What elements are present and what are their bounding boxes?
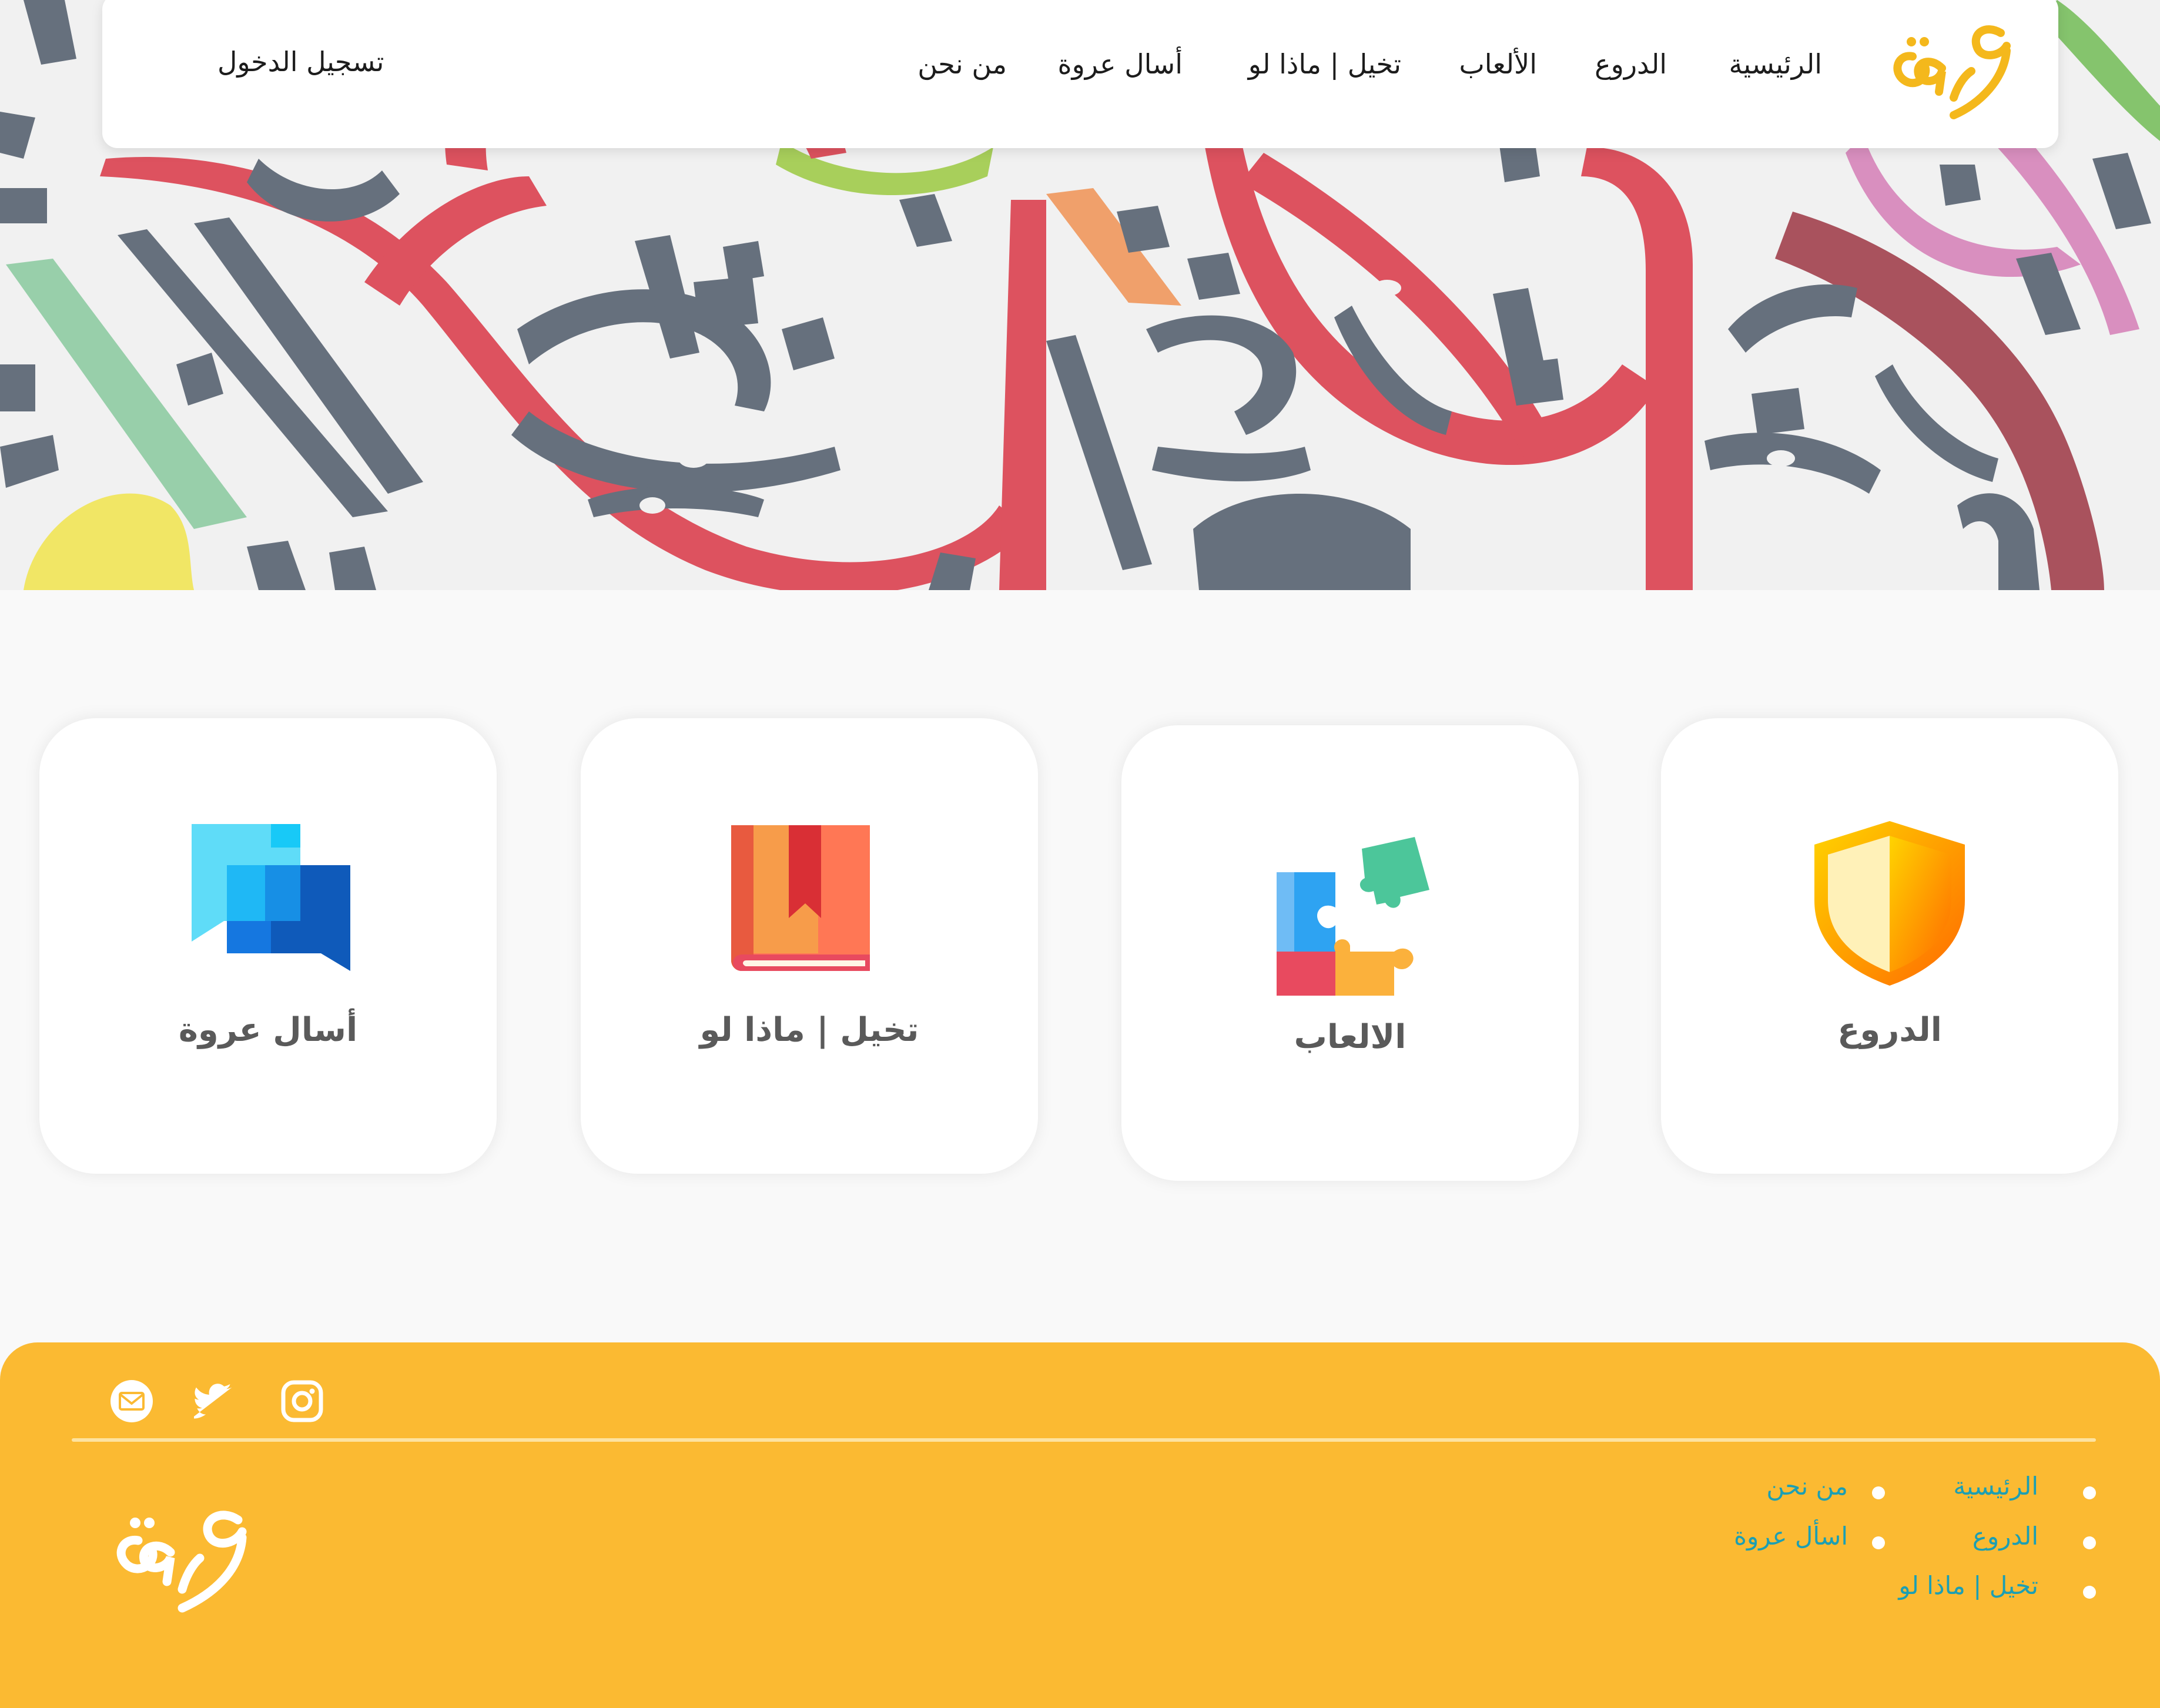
card-games-label: الالعاب [1294, 1018, 1406, 1056]
nav-item-imagine[interactable]: تخيل | ماذا لو [1248, 48, 1401, 80]
brand-logo[interactable] [1883, 15, 2018, 127]
bullet [1872, 1536, 1885, 1549]
nav-item-ask-urwa[interactable]: أسال عروة [1057, 48, 1183, 80]
book-icon [731, 825, 870, 971]
nav-item-home[interactable]: الرئيسية [1729, 48, 1822, 80]
card-ask-urwa[interactable]: أسال عروة [39, 718, 497, 1174]
bullet [2083, 1486, 2096, 1499]
card-imagine[interactable]: تخيل | ماذا لو [581, 718, 1038, 1174]
chat-bubbles-icon [192, 824, 350, 971]
shield-icon [1814, 821, 1965, 986]
bullet [2083, 1536, 2096, 1549]
card-armors[interactable]: الدروع [1661, 718, 2118, 1174]
footer-link-imagine[interactable]: تخيل | ماذا لو [1898, 1571, 2038, 1600]
bullet [1872, 1486, 1885, 1499]
card-armors-label: الدروع [1837, 1011, 1942, 1049]
footer-brand-logo[interactable] [106, 1496, 253, 1614]
twitter-icon[interactable] [194, 1379, 239, 1424]
card-imagine-label: تخيل | ماذا لو [699, 1011, 919, 1049]
instagram-icon[interactable] [280, 1379, 324, 1424]
nav-item-armors[interactable]: الدروع [1595, 48, 1667, 80]
nav-item-about[interactable]: من نحن [917, 48, 1007, 80]
footer-link-armors[interactable]: الدروع [1973, 1522, 2038, 1550]
bullet [2083, 1586, 2096, 1599]
puzzle-icon [1277, 837, 1429, 996]
nav-item-games[interactable]: الألعاب [1459, 48, 1537, 80]
card-games[interactable]: الالعاب [1121, 725, 1579, 1181]
footer-link-about[interactable]: من نحن [1766, 1472, 1848, 1501]
footer-divider [72, 1438, 2096, 1442]
footer-link-ask-urwa[interactable]: اسأل عروة [1734, 1522, 1848, 1550]
top-navbar: الرئيسية الدروع الألعاب تخيل | ماذا لو أ… [102, 0, 2058, 148]
login-link[interactable]: تسجيل الدخول [217, 46, 384, 78]
card-ask-urwa-label: أسال عروة [178, 1011, 358, 1049]
footer-link-home[interactable]: الرئيسية [1953, 1472, 2038, 1501]
email-icon[interactable] [109, 1379, 154, 1424]
site-footer: الرئيسية الدروع تخيل | ماذا لو من نحن اس… [0, 1342, 2160, 1708]
